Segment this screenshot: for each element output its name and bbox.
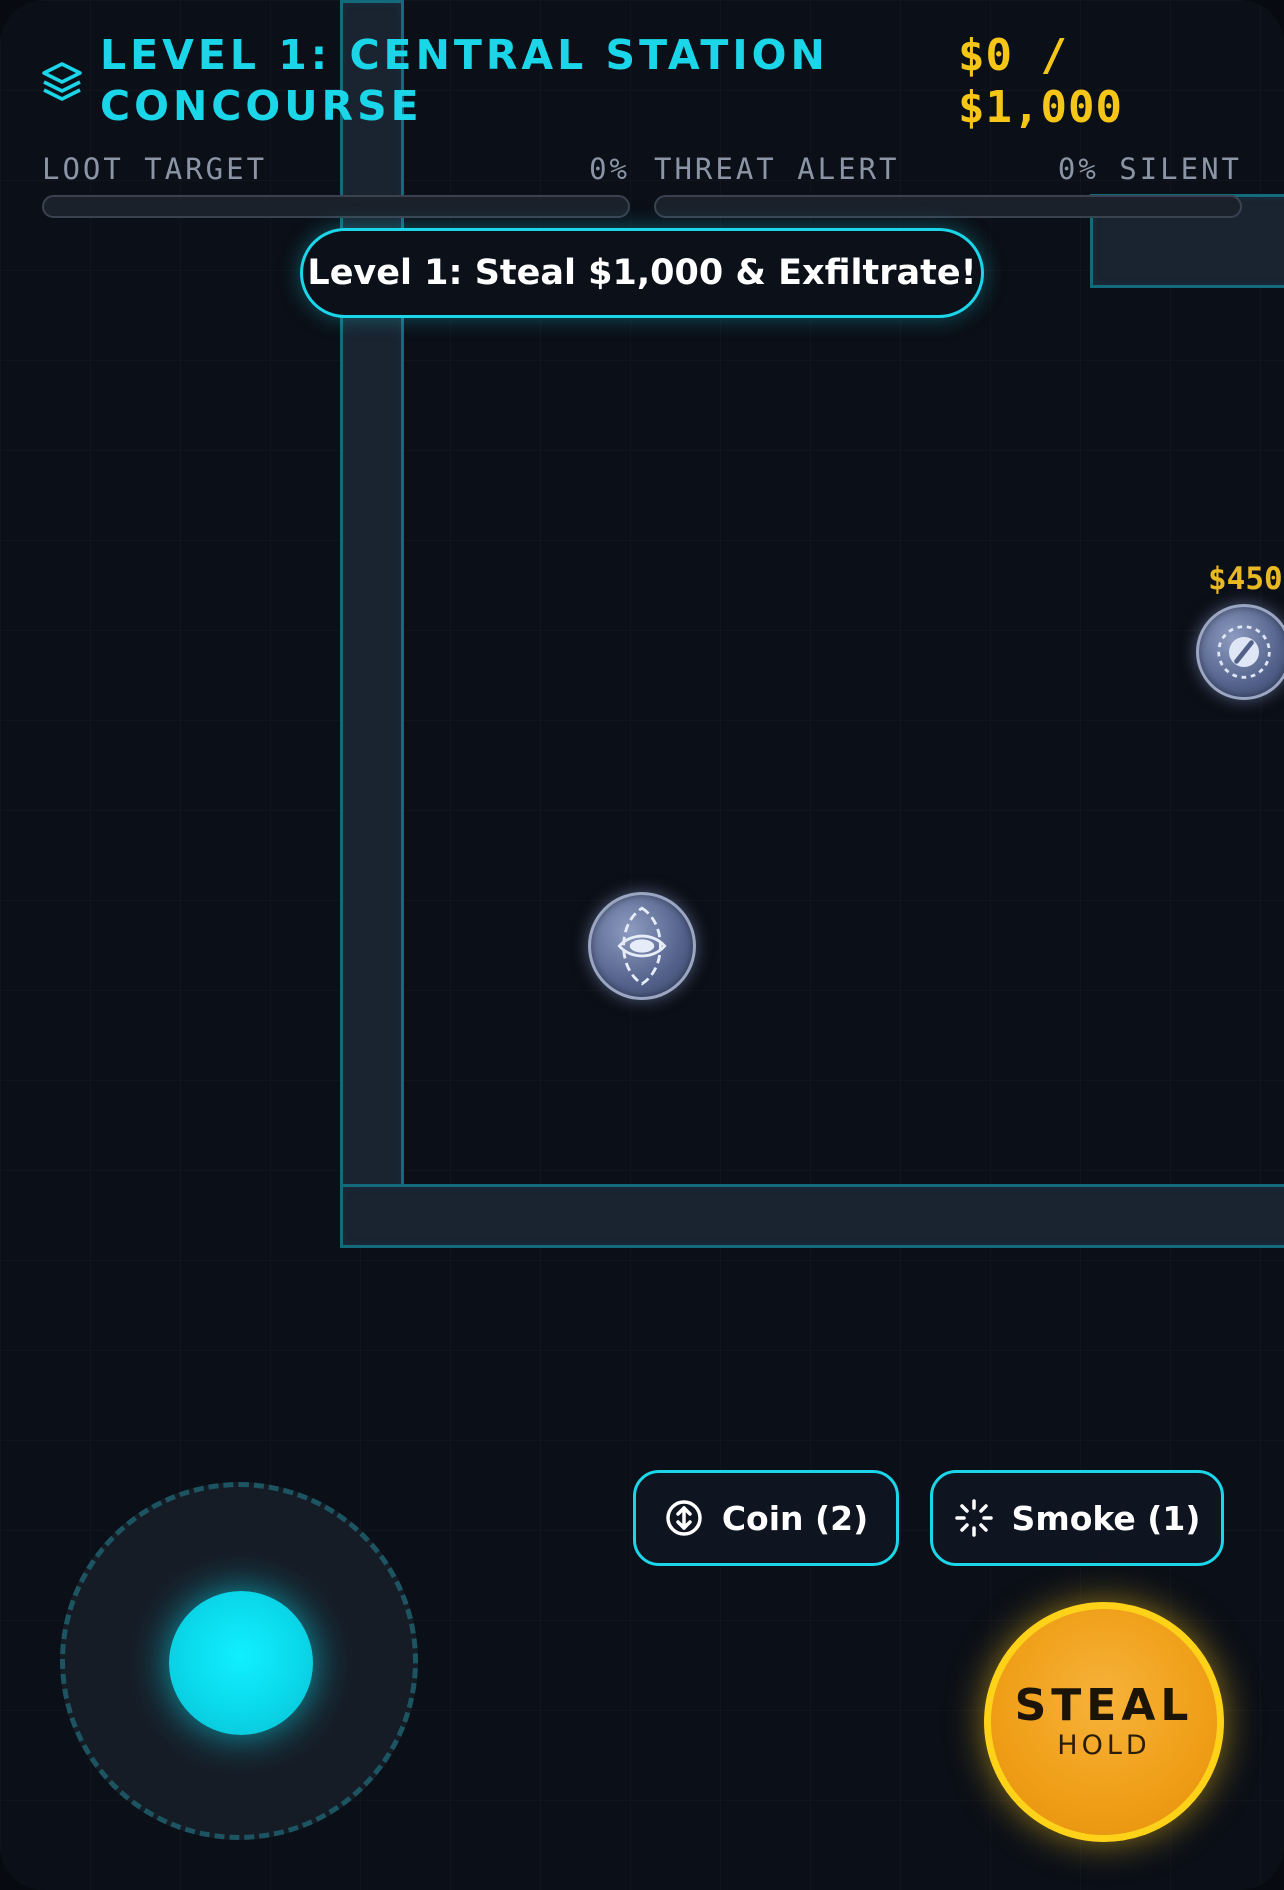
smoke-gadget-label: Smoke (1) (1011, 1498, 1201, 1538)
loot-value-label: $450 (1208, 561, 1283, 597)
layers-icon (40, 58, 84, 106)
movement-joystick[interactable] (60, 1482, 418, 1840)
level-title: LEVEL 1: CENTRAL STATION CONCOURSE (100, 31, 829, 130)
smoke-icon (954, 1499, 993, 1537)
game-screen: LEVEL 1: CENTRAL STATION CONCOURSE $0 / … (0, 0, 1284, 1890)
smoke-gadget-button[interactable]: Smoke (1) (930, 1470, 1224, 1566)
coin-gadget-label: Coin (2) (721, 1498, 869, 1538)
steal-button-label: STEAL (1014, 1680, 1194, 1731)
loot-meter-percent: 0% (589, 152, 630, 186)
threat-meter-label: THREAT ALERT (654, 152, 900, 186)
compass-icon (1217, 625, 1271, 679)
eye-icon (617, 906, 667, 986)
coin-gadget-button[interactable]: Coin (2) (633, 1470, 899, 1566)
loot-meter-label: LOOT TARGET (42, 152, 268, 186)
steal-button-sublabel: HOLD (1057, 1730, 1151, 1761)
wall-vertical (340, 0, 404, 1248)
loot-meter-bar (42, 195, 630, 218)
objective-banner: Level 1: Steal $1,000 & Exfiltrate! (300, 228, 984, 318)
threat-meter-bar (654, 195, 1242, 218)
steal-button[interactable]: STEAL HOLD (984, 1602, 1224, 1842)
wall-horizontal (340, 1184, 1284, 1248)
loot-target[interactable] (1196, 604, 1284, 700)
guard (588, 892, 696, 1000)
coin-icon (666, 1500, 702, 1536)
money-counter: $0 / $1,000 (958, 30, 1123, 133)
threat-meter-percent: 0% SILENT (1057, 152, 1242, 186)
joystick-knob[interactable] (169, 1591, 313, 1735)
